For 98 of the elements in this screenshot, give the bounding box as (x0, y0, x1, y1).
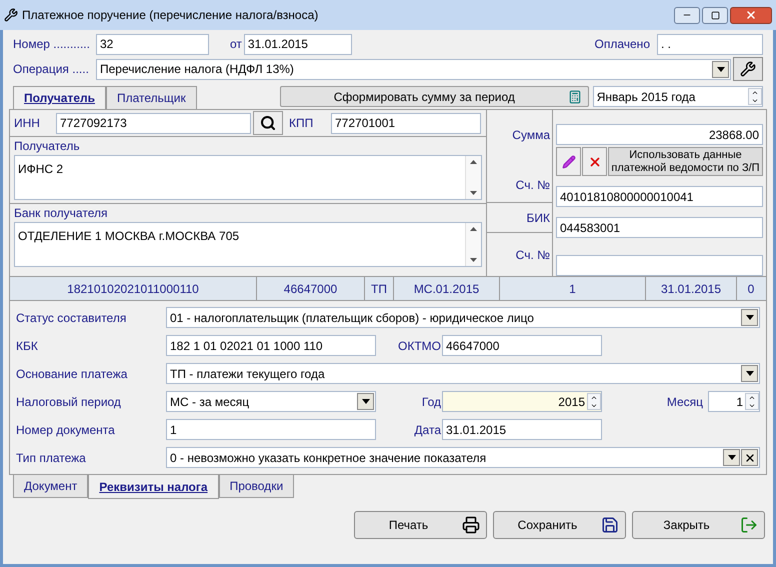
input-field[interactable]: 31.01.2015 (244, 34, 352, 54)
field-label: Дата (413, 422, 441, 438)
pencil-icon (562, 154, 576, 168)
input-field[interactable]: . . (657, 34, 763, 54)
field-label: Номер документа (16, 422, 116, 438)
edit-button[interactable] (556, 147, 581, 176)
close-button[interactable]: Закрыть (632, 511, 765, 539)
input-field[interactable]: 7727092173 (56, 112, 251, 134)
summary-cell: МС.01.2015 (394, 277, 500, 300)
dropdown-button[interactable] (741, 309, 758, 326)
field-label: КПП (289, 115, 314, 132)
print-button[interactable]: Печать (354, 511, 487, 539)
tab[interactable]: Реквизиты налога (88, 475, 219, 499)
dropdown-field[interactable]: 01 - налогоплательщик (плательщик сборов) - юридическое лицо (166, 307, 760, 328)
input-field[interactable]: 32 (96, 34, 209, 54)
dropdown-field[interactable]: МС - за месяц (166, 391, 376, 412)
search-icon (260, 115, 276, 131)
field-label: Сч. № (516, 246, 550, 264)
text-area[interactable]: ОТДЕЛЕНИЕ 1 МОСКВА г.МОСКВА 705 (14, 222, 482, 267)
field-label: Статус составителя (16, 310, 128, 326)
delete-button[interactable] (582, 147, 607, 176)
caret-icon (728, 455, 736, 460)
tools-button[interactable] (733, 57, 763, 81)
dropdown-field[interactable]: 0 - невозможно указать конкретное значение показателя (166, 447, 760, 468)
input-field[interactable]: 31.01.2015 (442, 419, 602, 440)
up-arrow-icon (470, 160, 477, 164)
app-icon (4, 8, 18, 22)
field-label: Сумма (512, 127, 550, 144)
summary-cell: ТП (365, 277, 394, 300)
spin-field[interactable]: 1 (708, 391, 760, 412)
spin-field[interactable]: 2015 (442, 391, 602, 412)
field-label: Основание платежа (16, 366, 128, 382)
print-icon (462, 516, 480, 534)
input-field[interactable]: 40101810800000010041 (556, 186, 763, 207)
summary-cell: 18210102021011000110 (10, 277, 257, 300)
field-label: от (230, 36, 242, 53)
tab[interactable]: Документ (13, 475, 88, 498)
dropdown-field[interactable]: ТП - платежи текущего года (166, 363, 760, 384)
input-field[interactable] (556, 255, 763, 276)
input-field[interactable]: 46647000 (442, 335, 602, 356)
summary-cell: 31.01.2015 (646, 277, 737, 300)
summary-cell: 46647000 (257, 277, 365, 300)
input-field[interactable]: 182 1 01 02021 01 1000 110 (166, 335, 376, 356)
field-label: Сч. № (516, 177, 550, 194)
caret-icon (716, 66, 724, 72)
field-label: Получатель (14, 138, 81, 155)
save-button[interactable]: Сохранить (493, 511, 626, 539)
text-area[interactable]: ИФНС 2 (14, 155, 482, 200)
dropdown-button[interactable] (357, 393, 374, 410)
field-label: ОКТМО (397, 338, 441, 354)
scrollbar[interactable] (465, 156, 481, 199)
field-label: Месяц (666, 394, 703, 410)
up-arrow-icon (470, 227, 477, 231)
field-label: Операция ..... (13, 61, 90, 78)
field-label: Банк получателя (14, 205, 108, 222)
spin-arrows-icon (587, 393, 601, 410)
window-title: Платежное поручение (перечисление налога/взноса) (22, 7, 320, 24)
spin-arrows-icon (745, 393, 759, 410)
spin-field[interactable]: Январь 2015 года (592, 86, 763, 107)
field-label: Год (420, 394, 441, 410)
maximize-button[interactable] (702, 6, 728, 24)
input-field[interactable]: 044583001 (556, 217, 763, 238)
tab[interactable]: Проводки (218, 475, 294, 498)
caret-icon (362, 399, 370, 404)
dropdown-button[interactable] (712, 60, 729, 78)
wrench-icon (740, 61, 756, 77)
summary-cell-text: 0 (746, 280, 756, 298)
maximize-icon (710, 10, 720, 20)
caret-icon (746, 315, 754, 320)
field-label: Номер ........... (13, 36, 91, 53)
tab[interactable]: Получатель (13, 86, 106, 109)
field-label: БИК (526, 210, 550, 226)
form-sum-button[interactable]: Сформировать сумму за период (280, 86, 589, 107)
field-label: Тип платежа (16, 450, 87, 466)
close-button[interactable] (730, 6, 772, 24)
input-field[interactable]: 23868.00 (556, 124, 763, 145)
input-field[interactable]: 1 (166, 419, 376, 440)
down-arrow-icon (470, 258, 477, 262)
field-label: Налоговый период (16, 394, 122, 410)
scrollbar[interactable] (465, 223, 481, 266)
clear-button[interactable] (741, 449, 758, 466)
use-payroll-button[interactable]: Использовать данные платежной ведомости по З/П (608, 147, 763, 176)
caret-icon (746, 371, 754, 376)
dropdown-button[interactable] (741, 365, 758, 382)
summary-cell: 1 (500, 277, 646, 300)
input-field[interactable]: 772701001 (331, 112, 481, 134)
down-arrow-icon (470, 191, 477, 195)
calculator-icon (568, 90, 582, 104)
tab[interactable]: Плательщик (106, 86, 197, 109)
delete-icon (588, 154, 602, 168)
field-label: КБК (16, 338, 39, 354)
spin-arrows-icon (748, 88, 762, 105)
dropdown-field[interactable]: Перечисление налога (НДФЛ 13%) (96, 58, 731, 80)
field-label: Оплачено (594, 36, 650, 53)
dropdown-button[interactable] (723, 449, 740, 466)
search-button[interactable] (253, 111, 283, 135)
save-icon (601, 516, 619, 534)
field-label: ИНН (14, 115, 41, 132)
